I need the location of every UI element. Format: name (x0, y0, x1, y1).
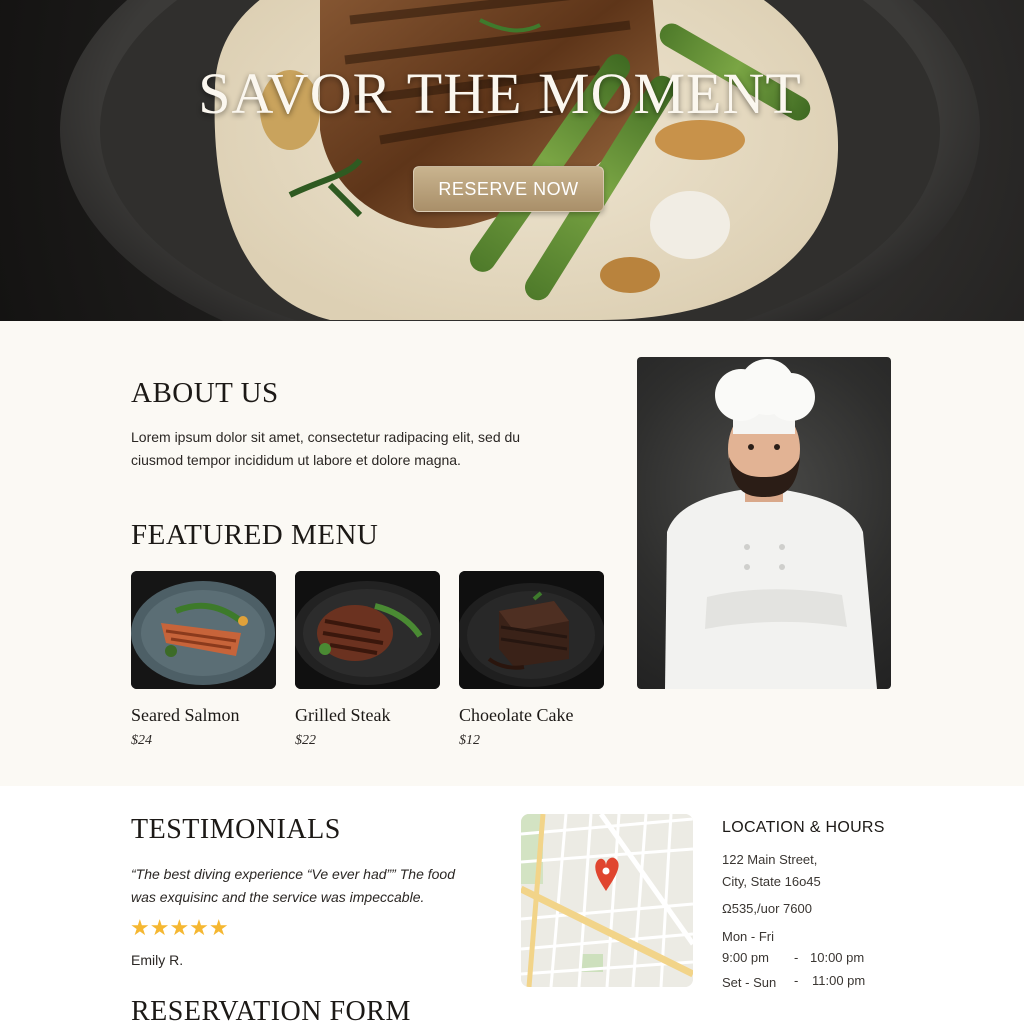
chef-photo (637, 357, 891, 689)
reservation-form-heading: RESERVATION FORM (131, 996, 411, 1024)
menu-item-price: $24 (131, 733, 152, 748)
location-hours-heading: LOCATION & HOURS (722, 819, 885, 836)
weekday-dash: - (794, 950, 799, 965)
phone-number[interactable]: Ω535,/uor 7600 (722, 901, 812, 916)
featured-menu-heading: FEATURED MENU (131, 519, 379, 551)
menu-item-price: $22 (295, 733, 316, 748)
location-map[interactable] (521, 814, 693, 987)
weekend-dash: - (794, 973, 799, 988)
rating-stars: ★★★★★ (130, 916, 229, 940)
menu-item-name: Choeolate Cake (459, 705, 574, 725)
address-line-1: 122 Main Street, (722, 852, 818, 867)
weekday-days: Mon - Fri (722, 929, 774, 944)
weekday-open: 9:00 pm (722, 950, 769, 965)
reserve-now-button[interactable]: RESERVE NOW (413, 166, 604, 212)
about-heading: ABOUT US (131, 377, 279, 409)
menu-item-price: $12 (459, 733, 480, 748)
bottom-section: TESTIMONIALS “The best diving experience… (0, 786, 1024, 1024)
chocolate-cake-image (459, 571, 604, 689)
menu-item-grilled-steak[interactable]: Grilled Steak $22 (295, 571, 441, 749)
weekend-close: 11:00 pm (812, 973, 866, 988)
menu-item-name: Seared Salmon (131, 705, 240, 725)
menu-item-name: Grilled Steak (295, 705, 391, 725)
menu-item-chocolate-cake[interactable]: Choeolate Cake $12 (459, 571, 605, 749)
testimonial-author: Emily R. (131, 952, 184, 968)
about-section: ABOUT US Lorem ipsum dolor sit amet, con… (0, 321, 1024, 786)
hero-dish-image (60, 0, 980, 321)
about-text: Lorem ipsum dolor sit amet, consectetur … (131, 429, 521, 468)
weekend-days: Set - Sun (722, 975, 777, 990)
address-line-2: City, State 16o45 (722, 874, 821, 889)
star-icon: ★★★★★ (130, 915, 229, 940)
weekday-close: 10:00 pm (810, 950, 865, 965)
salmon-image (131, 571, 276, 689)
menu-item-seared-salmon[interactable]: Seared Salmon $24 (131, 571, 277, 749)
testimonials-heading: TESTIMONIALS (131, 814, 341, 845)
testimonial-quote: “The best diving experience “Ve ever had… (131, 866, 455, 905)
hero-title: SAVOR THE MOMENT (198, 61, 802, 126)
hero-section: SAVOR THE MOMENT RESERVE NOW (0, 0, 1024, 321)
steak-image (295, 571, 440, 689)
